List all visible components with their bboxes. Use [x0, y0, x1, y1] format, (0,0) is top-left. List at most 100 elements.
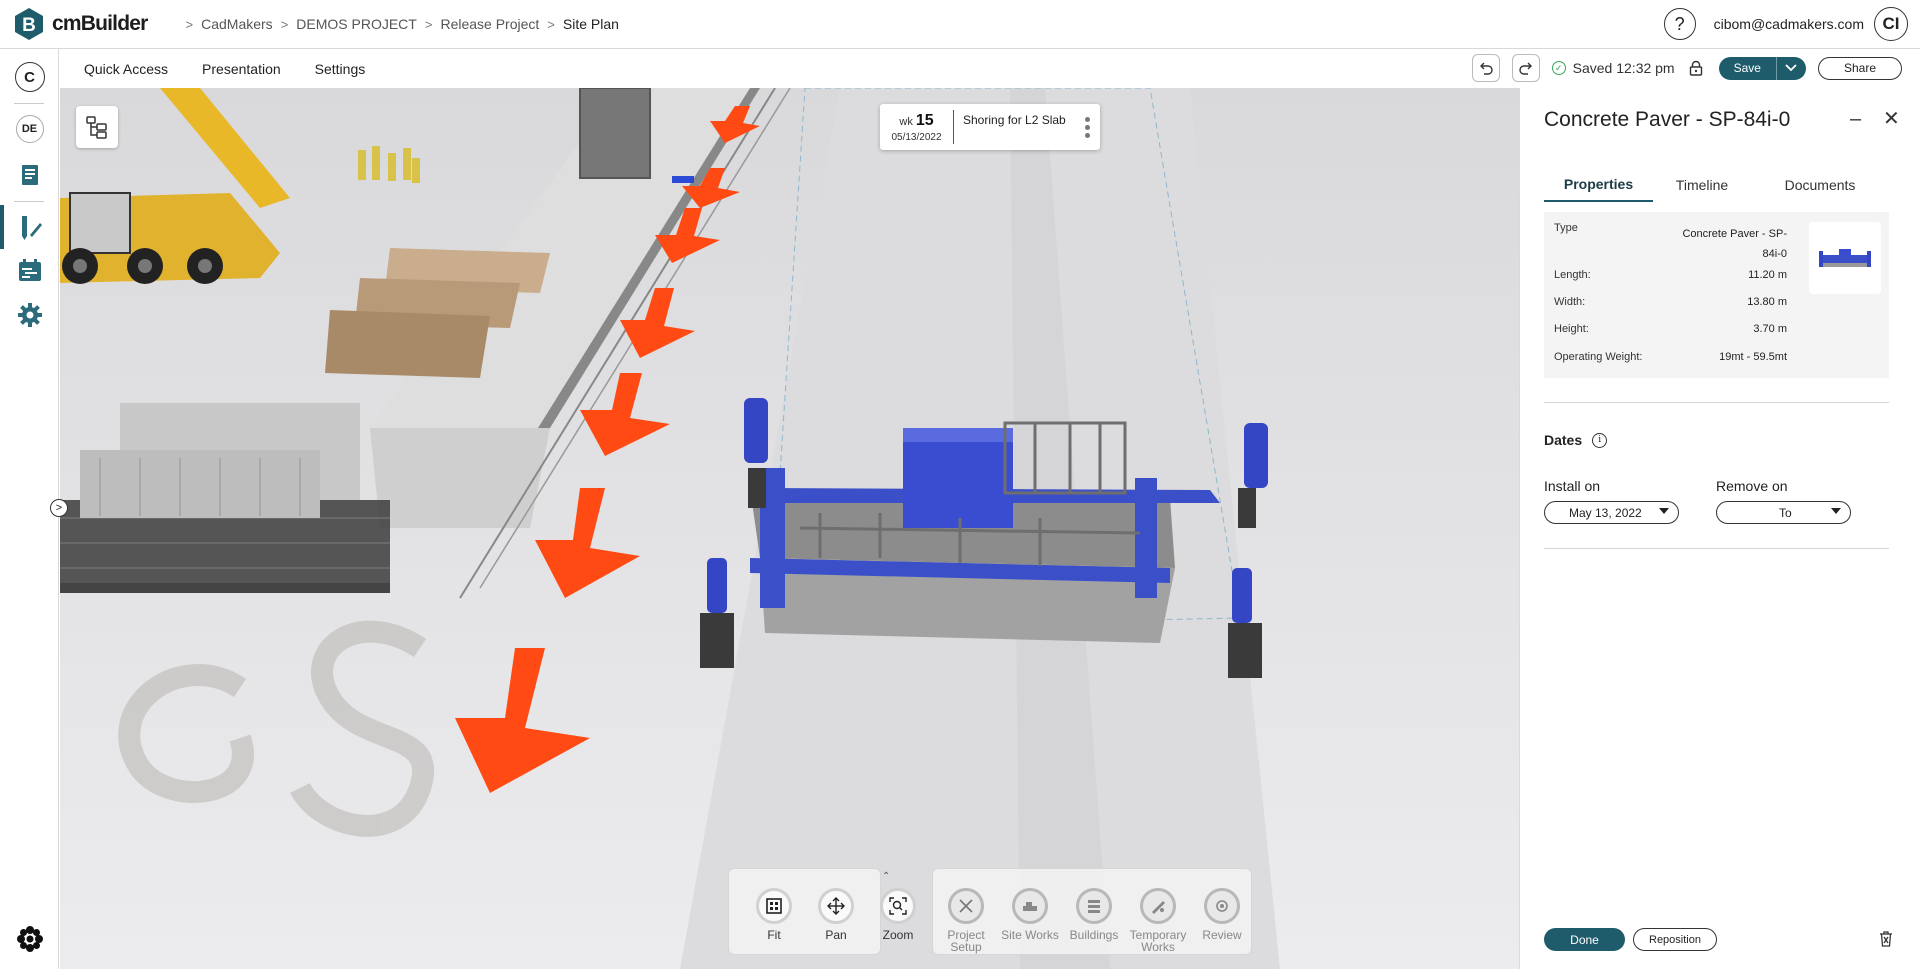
undo-icon [1479, 62, 1493, 75]
schedule-task-card[interactable]: wk 15 05/13/2022 Shoring for L2 Slab [880, 104, 1100, 150]
close-icon[interactable]: ✕ [1883, 106, 1900, 131]
tab-documents[interactable]: Documents [1751, 168, 1889, 202]
task-week: wk 15 [899, 112, 933, 130]
share-button[interactable]: Share [1817, 56, 1902, 80]
scene-tree-button[interactable] [76, 106, 118, 148]
rail-divider [14, 103, 44, 104]
buildings-icon [1076, 888, 1112, 924]
svg-text:B: B [22, 15, 36, 36]
install-on-label: Install on [1544, 478, 1601, 494]
task-week-label: wk [899, 115, 913, 128]
menu-bar: Quick Access Presentation Settings ✓ Sav… [60, 50, 1920, 88]
rail-company-badge[interactable]: C [0, 59, 59, 95]
design-pen-icon [21, 216, 42, 240]
done-button[interactable]: Done [1544, 928, 1625, 951]
rail-documents[interactable] [0, 153, 59, 197]
check-icon: ✓ [1551, 61, 1566, 75]
task-week-block: wk 15 05/13/2022 [880, 110, 954, 144]
height-label: Height: [1554, 323, 1589, 335]
buildings-label: Buildings [1069, 928, 1119, 942]
review-tool[interactable]: Review [1191, 869, 1253, 956]
rail-apps[interactable] [0, 919, 59, 959]
redo-icon [1518, 62, 1532, 75]
user-avatar[interactable]: CI [1874, 7, 1908, 41]
menu-presentation[interactable]: Presentation [202, 61, 281, 77]
length-value: 11.20 m [1748, 269, 1787, 281]
rail-schedule[interactable] [0, 249, 59, 293]
remove-date-select[interactable]: To [1716, 501, 1851, 524]
document-icon [21, 165, 38, 185]
pan-tool[interactable]: Pan [805, 869, 867, 956]
breadcrumb-item-demos-project[interactable]: DEMOS PROJECT [296, 16, 417, 32]
save-controls: ✓ Saved 12:32 pm Save Share [1471, 54, 1902, 82]
reposition-button[interactable]: Reposition [1633, 928, 1717, 951]
site-works-label: Site Works [1001, 928, 1059, 942]
fit-label: Fit [767, 928, 781, 942]
help-icon[interactable]: ? [1663, 8, 1696, 40]
divider [1544, 548, 1889, 549]
redo-button[interactable] [1511, 54, 1540, 82]
top-bar: B cmBuilder > CadMakers > DEMOS PROJECT … [0, 0, 1920, 49]
hierarchy-tree-icon [86, 116, 107, 139]
divider [1544, 402, 1889, 403]
type-value: Concrete Paver - SP-84i-0 [1682, 228, 1787, 260]
undo-button[interactable] [1471, 54, 1500, 82]
chevron-right-icon: > [547, 16, 555, 32]
trash-icon[interactable] [1879, 931, 1893, 947]
breadcrumb: > CadMakers > DEMOS PROJECT > Release Pr… [178, 16, 619, 32]
remove-on-label: Remove on [1716, 478, 1788, 494]
pan-label: Pan [825, 928, 847, 942]
3d-viewport[interactable]: wk 15 05/13/2022 Shoring for L2 Slab ⌃ Fi… [60, 88, 1519, 969]
apps-cluster-icon [16, 926, 43, 952]
rail-project-badge[interactable]: DE [0, 111, 59, 147]
save-options-button[interactable] [1775, 56, 1806, 80]
menu-settings[interactable]: Settings [315, 61, 366, 77]
chevron-down-icon [1785, 64, 1798, 72]
height-value: 3.70 m [1753, 323, 1787, 335]
install-date-value: May 13, 2022 [1569, 505, 1642, 520]
fit-tool[interactable]: Fit [743, 869, 805, 956]
rail-design[interactable] [0, 205, 59, 249]
rail-settings[interactable] [0, 293, 59, 337]
minimize-icon[interactable]: – [1850, 108, 1861, 131]
info-icon[interactable]: i [1592, 432, 1608, 448]
chevron-right-icon: > [185, 16, 194, 32]
project-setup-icon [948, 888, 984, 924]
save-split-button: Save [1718, 56, 1806, 80]
project-setup-tool[interactable]: Project Setup [935, 869, 997, 956]
chevron-right-icon: > [280, 16, 289, 32]
lock-icon[interactable] [1689, 60, 1703, 76]
type-label: Type [1554, 222, 1578, 234]
caret-down-icon [1831, 508, 1841, 514]
app-logo[interactable]: B cmBuilder [12, 7, 148, 41]
task-name: Shoring for L2 Slab [963, 113, 1066, 127]
install-date-select[interactable]: May 13, 2022 [1544, 501, 1679, 524]
project-setup-label: Project Setup [947, 928, 985, 954]
kebab-menu-icon[interactable] [1080, 104, 1094, 150]
user-email: cibom@cadmakers.com [1713, 16, 1864, 32]
tab-timeline[interactable]: Timeline [1653, 168, 1751, 202]
site-scene[interactable] [60, 88, 1519, 969]
temporary-works-label: Temporary Works [1129, 928, 1187, 954]
save-button[interactable]: Save [1718, 56, 1776, 80]
task-date: 05/13/2022 [891, 131, 942, 143]
panel-tabs: Properties Timeline Documents [1544, 168, 1889, 202]
buildings-tool[interactable]: Buildings [1063, 869, 1125, 956]
equipment-thumbnail [1809, 222, 1881, 294]
width-label: Width: [1554, 296, 1586, 308]
breadcrumb-item-release-project[interactable]: Release Project [440, 16, 539, 32]
rail-divider [14, 201, 44, 202]
remove-date-value: To [1779, 505, 1792, 520]
temporary-works-tool[interactable]: Temporary Works [1127, 869, 1189, 956]
breadcrumb-item-site-plan: Site Plan [562, 16, 619, 32]
pan-icon [818, 888, 854, 924]
menu-quick-access[interactable]: Quick Access [84, 61, 168, 77]
breadcrumb-item-cadmakers[interactable]: CadMakers [201, 16, 273, 32]
settings-gear-icon [17, 303, 42, 327]
site-works-tool[interactable]: Site Works [999, 869, 1061, 956]
temporary-works-icon [1140, 888, 1176, 924]
panel-title: Concrete Paver - SP-84i-0 [1544, 108, 1791, 131]
expand-panel-chevron-icon[interactable]: > [50, 499, 68, 517]
tab-properties[interactable]: Properties [1544, 168, 1653, 202]
zoom-tool[interactable]: Zoom [867, 869, 929, 956]
